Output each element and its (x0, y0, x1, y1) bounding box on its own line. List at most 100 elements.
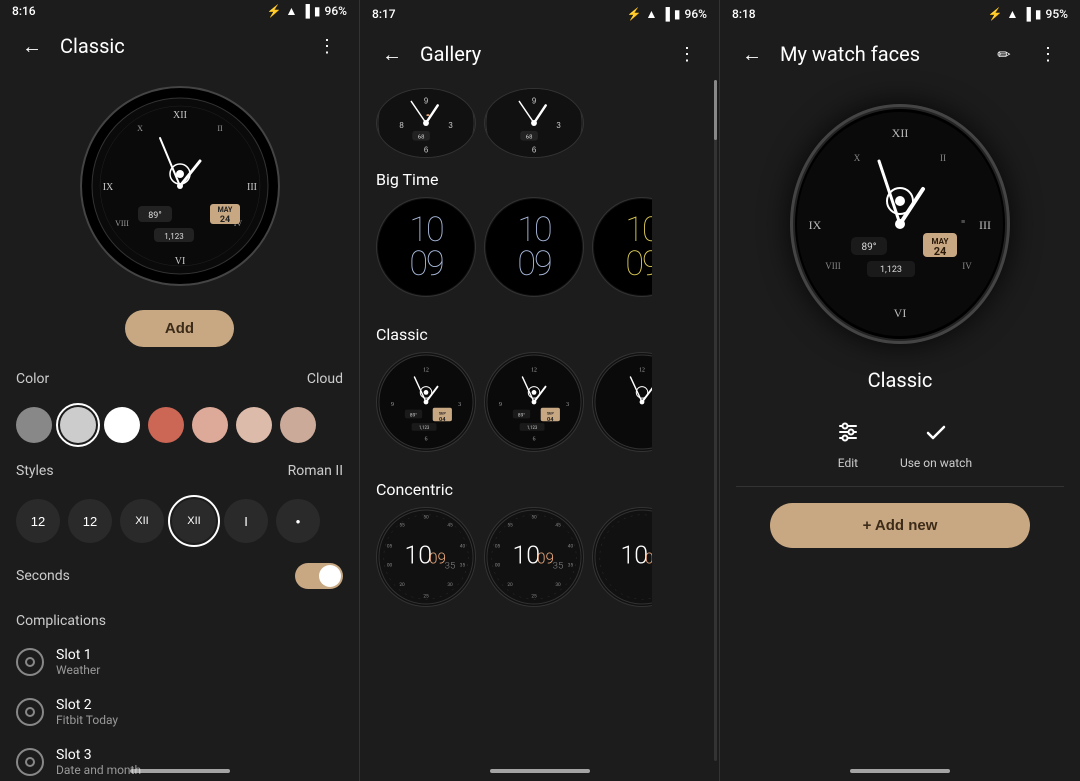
svg-text:SEP: SEP (547, 410, 555, 415)
svg-text:IX: IX (809, 218, 822, 232)
style-12-outline[interactable]: 12 (68, 499, 112, 543)
menu-button-middle[interactable]: ⋮ (671, 38, 703, 70)
svg-text:12: 12 (531, 367, 537, 373)
back-button-middle[interactable]: ← (376, 38, 408, 70)
menu-button-left[interactable]: ⋮ (311, 30, 343, 62)
svg-text:III: III (247, 182, 257, 193)
gallery-scroll[interactable]: 9 3 6 8 68 9 3 6 (360, 80, 719, 781)
back-button-left[interactable]: ← (16, 30, 48, 62)
bigtime-min-1: 09 (409, 247, 442, 281)
middle-panel: 8:17 ⚡ ▲ ▐ ▮ 96% ← Gallery ⋮ 9 3 6 8 (360, 0, 720, 781)
swatch-red[interactable] (148, 407, 184, 443)
style-xii-small[interactable]: XII (120, 499, 164, 543)
add-button[interactable]: Add (125, 310, 234, 347)
classic-face-svg-2: 12 3 6 9 89° SEP 04 1,123 (486, 354, 582, 450)
classic-watch-1[interactable]: 12 3 6 9 89° SEP 04 1,123 (376, 352, 476, 452)
menu-button-right[interactable]: ⋮ (1032, 38, 1064, 70)
svg-text:89°: 89° (410, 412, 417, 418)
svg-text:45: 45 (555, 522, 561, 528)
add-new-button[interactable]: + Add new (770, 503, 1030, 548)
style-i[interactable]: I (224, 499, 268, 543)
battery-icon-m: ▮ (674, 7, 681, 21)
slot1-item[interactable]: Slot 1 Weather (0, 637, 359, 687)
svg-text:89°: 89° (862, 242, 877, 253)
page-title-middle: Gallery (420, 42, 659, 66)
svg-text:45: 45 (447, 522, 453, 528)
edit-action[interactable]: Edit (828, 412, 868, 470)
swatch-peach[interactable] (236, 407, 272, 443)
left-panel: 8:16 ⚡ ▲ ▐ ▮ 96% ← Classic ⋮ XII III VI … (0, 0, 360, 781)
slot3-icon (16, 748, 44, 776)
back-button-right[interactable]: ← (736, 38, 768, 70)
svg-text:35: 35 (553, 561, 564, 572)
svg-text:3: 3 (556, 121, 561, 130)
edit-button-right[interactable]: ✏ (988, 38, 1020, 70)
home-indicator-left (130, 769, 230, 773)
svg-text:04: 04 (439, 417, 446, 423)
swatch-blush[interactable] (280, 407, 316, 443)
seconds-label: Seconds (16, 568, 70, 584)
svg-text:05: 05 (495, 543, 501, 549)
svg-text:9: 9 (499, 402, 502, 408)
scroll-thumb-middle (714, 80, 717, 140)
svg-text:III: III (979, 218, 991, 232)
svg-text:12: 12 (423, 367, 429, 373)
slot2-icon-inner (25, 707, 35, 717)
status-icons-left: ⚡ ▲ ▐ ▮ 96% (267, 4, 347, 18)
concentric-watch-2[interactable]: 50 45 40 35 30 25 20 00 05 55 10 09 35 (484, 507, 584, 607)
check-icon (916, 412, 956, 452)
swatch-white[interactable] (104, 407, 140, 443)
svg-text:VI: VI (894, 306, 907, 320)
classic-watch-3[interactable]: 12 3 (592, 352, 692, 452)
right-watch-preview: XII III VI IX X II IV VIII (720, 80, 1080, 352)
use-on-watch-action[interactable]: Use on watch (900, 412, 972, 470)
style-xii-large[interactable]: XII (172, 499, 216, 543)
swatch-gray[interactable] (16, 407, 52, 443)
status-time-left: 8:16 (12, 4, 36, 18)
slot2-item[interactable]: Slot 2 Fitbit Today (0, 687, 359, 737)
color-label: Color (16, 371, 49, 387)
add-new-button-container: + Add new (736, 503, 1064, 548)
seconds-toggle[interactable] (295, 563, 343, 589)
bigtime-watch-1[interactable]: 10 09 (376, 197, 476, 297)
svg-text:89°: 89° (148, 211, 161, 221)
partial-watch-2[interactable]: 9 3 6 68 (484, 88, 584, 158)
concentric-svg-3: 10 09 (594, 509, 690, 605)
complications-label: Complications (0, 605, 359, 637)
styles-section-header: Styles Roman II (16, 463, 343, 479)
concentric-watch-3[interactable]: 10 09 (592, 507, 692, 607)
bigtime-watch-2[interactable]: 10 09 (484, 197, 584, 297)
svg-text:6: 6 (533, 436, 536, 442)
partial-watch-1[interactable]: 9 3 6 8 68 (376, 88, 476, 158)
svg-text:35: 35 (568, 563, 574, 569)
use-on-watch-label: Use on watch (900, 456, 972, 470)
watch-face-title: Classic (720, 352, 1080, 404)
bigtime-face-1: 10 09 (378, 199, 474, 295)
wifi-icon-r: ▲ (1007, 7, 1019, 21)
slot2-icon (16, 698, 44, 726)
svg-text:68: 68 (526, 135, 533, 141)
slot1-icon-inner (25, 657, 35, 667)
classic-row: 12 3 6 9 89° SEP 04 1,123 (360, 352, 719, 468)
svg-text:04: 04 (547, 417, 554, 423)
battery-pct-middle: 96% (685, 7, 707, 21)
page-title-left: Classic (60, 34, 299, 58)
classic-face-svg-3: 12 3 (594, 354, 690, 450)
svg-text:10: 10 (620, 542, 648, 571)
svg-text:20: 20 (399, 582, 405, 588)
swatch-salmon[interactable] (192, 407, 228, 443)
bigtime-watch-3[interactable]: 10 09 (592, 197, 692, 297)
style-buttons-container: 12 12 XII XII I • (0, 499, 359, 555)
svg-text:3: 3 (674, 402, 677, 408)
svg-text:25: 25 (531, 593, 537, 599)
bluetooth-icon: ⚡ (267, 4, 282, 18)
concentric-watch-1[interactable]: 50 45 40 35 30 25 20 00 05 55 10 09 35 (376, 507, 476, 607)
style-dot[interactable]: • (276, 499, 320, 543)
watch-preview-left: XII III VI IX X II IV VIII 8 (0, 70, 359, 302)
bigtime-min-3: 09 (625, 247, 658, 281)
gallery-section-bigtime: Big Time (360, 158, 719, 197)
slot3-item[interactable]: Slot 3 Date and month (0, 737, 359, 781)
swatch-lightgray[interactable] (60, 407, 96, 443)
style-12-filled[interactable]: 12 (16, 499, 60, 543)
classic-watch-2[interactable]: 12 3 6 9 89° SEP 04 1,123 (484, 352, 584, 452)
